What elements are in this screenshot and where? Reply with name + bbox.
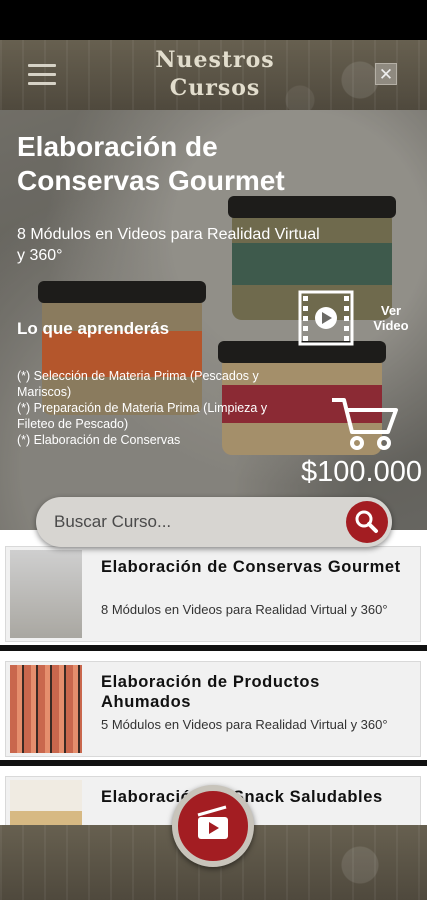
status-bar bbox=[0, 0, 427, 40]
course-title: Elaboración de Productos Ahumados bbox=[101, 673, 320, 711]
learn-item: (*) Elaboración de Conservas bbox=[17, 433, 181, 447]
course-title: Elaboración de Conservas Gourmet bbox=[101, 558, 401, 576]
app-header: Nuestros Cursos bbox=[0, 40, 427, 110]
app-title: Nuestros Cursos bbox=[155, 47, 275, 101]
featured-course-title: Elaboración de Conservas Gourmet bbox=[17, 131, 285, 196]
course-description: 5 Módulos en Videos para Realidad Virtua… bbox=[101, 717, 388, 732]
learn-item: (*) Preparación de Materia Prima (Limpie… bbox=[17, 401, 268, 431]
shopping-cart-icon[interactable] bbox=[330, 396, 400, 452]
course-card[interactable]: Elaboración de Conservas Gourmet 8 Módul… bbox=[5, 546, 421, 642]
learn-item: (*) Selección de Materia Prima (Pescados… bbox=[17, 369, 259, 399]
course-title: Elaboración de Snack Saludables bbox=[101, 788, 383, 806]
course-thumbnail bbox=[10, 665, 82, 753]
search-bar bbox=[36, 497, 392, 547]
search-icon bbox=[355, 510, 378, 533]
course-thumbnail bbox=[10, 780, 82, 830]
featured-course-subtitle: 8 Módulos en Videos para Realidad Virtua… bbox=[17, 226, 320, 264]
course-description: 8 Módulos en Videos para Realidad Virtua… bbox=[101, 602, 388, 617]
menu-icon[interactable] bbox=[28, 64, 56, 86]
video-label[interactable]: Ver Video bbox=[366, 303, 416, 333]
search-button[interactable] bbox=[346, 501, 388, 543]
close-icon[interactable]: ✕ bbox=[375, 63, 397, 85]
search-input[interactable] bbox=[54, 507, 334, 537]
course-card[interactable]: Elaboración de Productos Ahumados 5 Módu… bbox=[5, 661, 421, 757]
divider bbox=[0, 645, 427, 651]
learn-list: (*) Selección de Materia Prima (Pescados… bbox=[17, 368, 307, 448]
divider bbox=[0, 760, 427, 766]
course-price: $100.000 bbox=[301, 456, 422, 488]
featured-course-banner: Elaboración de Conservas Gourmet 8 Módul… bbox=[0, 110, 427, 530]
learn-heading: Lo que aprenderás bbox=[17, 319, 170, 338]
video-player-button[interactable] bbox=[172, 785, 254, 867]
video-player-icon bbox=[197, 805, 228, 839]
course-thumbnail bbox=[10, 550, 82, 638]
film-play-icon[interactable] bbox=[296, 290, 356, 346]
